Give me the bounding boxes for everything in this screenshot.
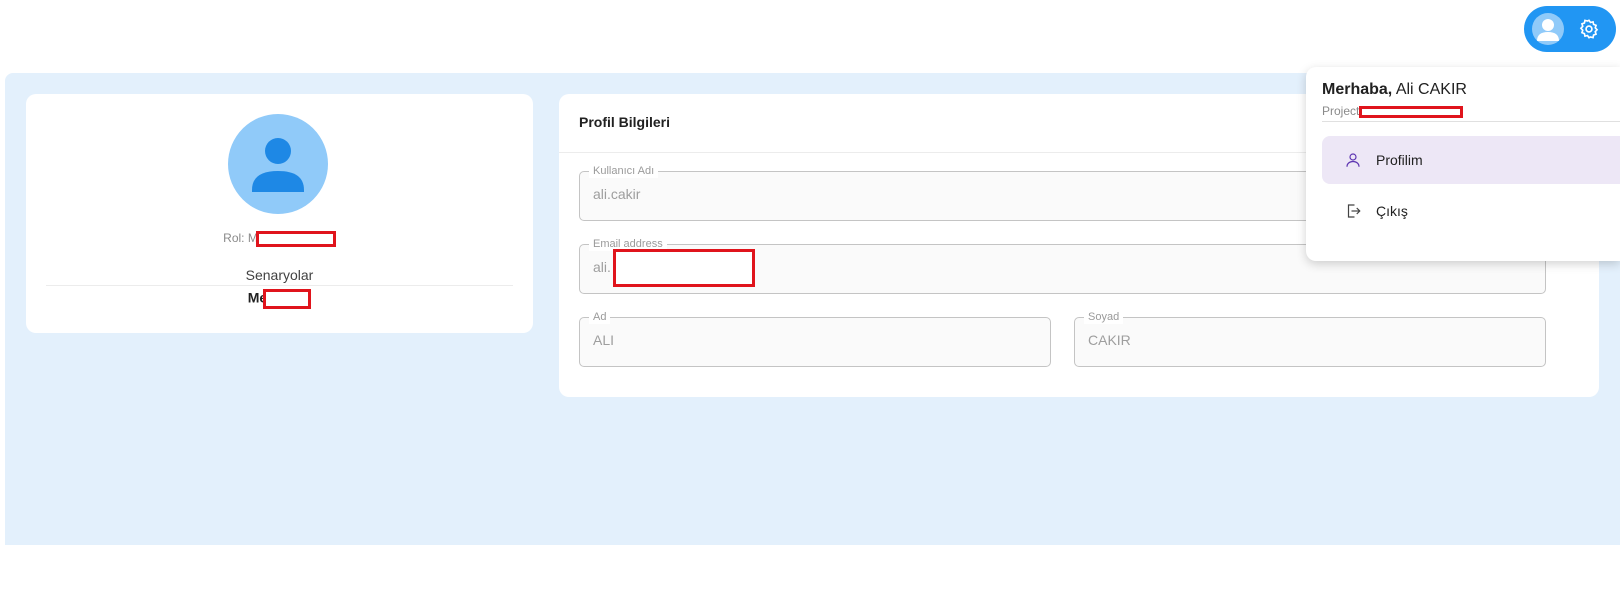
email-value: ali. (593, 259, 611, 275)
redaction-box (1359, 105, 1464, 118)
last-name-value: CAKIR (1088, 332, 1131, 348)
person-icon[interactable] (1532, 13, 1564, 45)
gear-icon[interactable] (1576, 16, 1602, 42)
first-name-value: ALI (593, 332, 615, 348)
username-value: ali.cakir (593, 186, 641, 202)
profile-summary-card: Rol: M Senaryolar Me (26, 94, 533, 333)
scenario-item: Me (26, 289, 533, 309)
user-name: Ali CAKIR (1395, 81, 1467, 98)
user-menu-toggle[interactable] (1524, 6, 1616, 52)
role-text: Rol: M (26, 231, 533, 247)
menu-item-profile[interactable]: Profilim (1322, 136, 1620, 184)
divider (46, 285, 513, 286)
username-label: Kullanıcı Adı (589, 164, 659, 178)
person-outline-icon (1344, 151, 1362, 169)
redaction-box (263, 289, 312, 309)
logout-icon (1344, 202, 1362, 220)
last-name-field[interactable]: Soyad CAKIR (1074, 310, 1546, 367)
first-name-label: Ad (589, 310, 611, 324)
menu-item-logout[interactable]: Çıkış (1322, 187, 1620, 235)
menu-item-label: Çıkış (1376, 203, 1408, 219)
project-line: Project (1322, 104, 1464, 118)
greeting: Merhaba, Ali CAKIR (1322, 81, 1467, 98)
last-name-label: Soyad (1084, 310, 1124, 324)
first-name-field[interactable]: Ad ALI (579, 310, 1051, 367)
redaction-box (613, 249, 755, 287)
user-dropdown-menu: Merhaba, Ali CAKIR Project Profilim Çıkı… (1306, 67, 1620, 261)
person-icon (228, 114, 328, 214)
card-title: Profil Bilgileri (579, 114, 671, 130)
menu-item-label: Profilim (1376, 152, 1423, 168)
divider (1322, 121, 1620, 122)
redaction-box (255, 231, 336, 247)
scenarios-title: Senaryolar (245, 267, 314, 283)
